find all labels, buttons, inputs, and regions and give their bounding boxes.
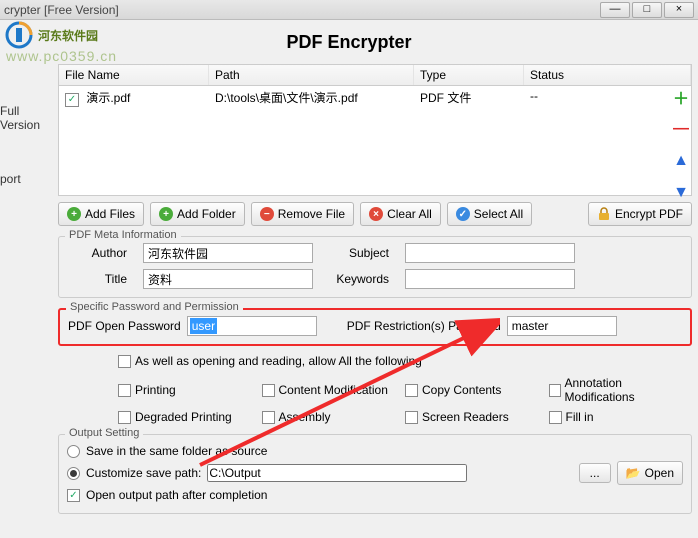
window-title: crypter [Free Version] — [4, 3, 119, 17]
select-all-button[interactable]: ✓Select All — [447, 202, 532, 226]
open-after-check[interactable]: ✓ Open output path after completion — [67, 488, 683, 502]
add-files-button[interactable]: +Add Files — [58, 202, 144, 226]
check-icon: ✓ — [456, 207, 470, 221]
add-icon[interactable]: ＋ — [672, 88, 690, 106]
checkbox-icon — [118, 355, 131, 368]
screen-check[interactable]: Screen Readers — [405, 410, 541, 424]
radio-icon — [67, 445, 80, 458]
lock-icon — [597, 207, 611, 221]
browse-button[interactable]: ... — [579, 463, 611, 483]
add-folder-button[interactable]: +Add Folder — [150, 202, 245, 226]
x-icon: × — [369, 207, 383, 221]
permission-group: Specific Password and Permission PDF Ope… — [58, 308, 692, 346]
assembly-check[interactable]: Assembly — [262, 410, 398, 424]
col-header-status[interactable]: Status — [524, 65, 691, 85]
restrict-pw-label: PDF Restriction(s) Password — [347, 319, 501, 333]
annotation-check[interactable]: Annotation Modifications — [549, 376, 685, 404]
table-row[interactable]: ✓ 演示.pdf D:\tools\桌面\文件\演示.pdf PDF 文件 -- — [59, 86, 691, 110]
minimize-button[interactable]: — — [600, 2, 630, 18]
row-filename: 演示.pdf — [86, 91, 130, 105]
col-header-file[interactable]: File Name — [59, 65, 209, 85]
folder-icon: 📂 — [626, 466, 641, 480]
perm-group-title: Specific Password and Permission — [66, 301, 243, 313]
remove-file-button[interactable]: −Remove File — [251, 202, 354, 226]
titlebar: crypter [Free Version] — □ × — [0, 0, 698, 20]
row-checkbox[interactable]: ✓ — [65, 93, 79, 107]
plus-icon: + — [67, 207, 81, 221]
open-folder-button[interactable]: 📂Open — [617, 461, 683, 485]
allow-all-check[interactable]: As well as opening and reading, allow Al… — [118, 354, 422, 368]
degraded-check[interactable]: Degraded Printing — [118, 410, 254, 424]
custom-path-input[interactable] — [207, 464, 467, 482]
author-input[interactable] — [143, 243, 313, 263]
output-group-title: Output Setting — [65, 427, 143, 439]
file-grid: File Name Path Type Status ✓ 演示.pdf D:\t… — [58, 64, 692, 196]
meta-group-title: PDF Meta Information — [65, 229, 181, 241]
page-title: PDF Encrypter — [286, 32, 411, 53]
maximize-button[interactable]: □ — [632, 2, 662, 18]
title-input[interactable] — [143, 269, 313, 289]
clear-all-button[interactable]: ×Clear All — [360, 202, 441, 226]
title-label: Title — [67, 272, 127, 286]
header: 河东软件园 PDF Encrypter — [0, 20, 698, 64]
down-icon[interactable]: ▼ — [672, 184, 690, 202]
row-status: -- — [524, 86, 691, 110]
author-label: Author — [67, 246, 127, 260]
encrypt-pdf-button[interactable]: Encrypt PDF — [588, 202, 692, 226]
toolbar: +Add Files +Add Folder −Remove File ×Cle… — [58, 202, 692, 226]
sidebar-item-full-version[interactable]: Full Version — [0, 104, 52, 132]
col-header-path[interactable]: Path — [209, 65, 414, 85]
logo: 河东软件园 — [4, 20, 98, 50]
copy-check[interactable]: Copy Contents — [405, 376, 541, 404]
up-icon[interactable]: ▲ — [672, 152, 690, 170]
plus-icon: + — [159, 207, 173, 221]
remove-icon[interactable]: — — [672, 120, 690, 138]
col-header-type[interactable]: Type — [414, 65, 524, 85]
open-pw-input[interactable]: user — [187, 316, 317, 336]
meta-group: PDF Meta Information Author Subject Titl… — [58, 236, 692, 298]
custom-path-radio[interactable] — [67, 467, 80, 480]
logo-icon — [4, 20, 34, 50]
printing-check[interactable]: Printing — [118, 376, 254, 404]
fillin-check[interactable]: Fill in — [549, 410, 685, 424]
keywords-label: Keywords — [329, 272, 389, 286]
sidebar-item-port[interactable]: port — [0, 172, 52, 186]
open-pw-label: PDF Open Password — [68, 319, 181, 333]
same-folder-radio[interactable]: Save in the same folder as source — [67, 444, 683, 458]
row-path: D:\tools\桌面\文件\演示.pdf — [209, 86, 414, 110]
close-button[interactable]: × — [664, 2, 694, 18]
side-actions: ＋ — ▲ ▼ — [672, 88, 690, 202]
row-type: PDF 文件 — [414, 86, 524, 110]
sidebar: Full Version port — [0, 64, 52, 538]
custom-path-label: Customize save path: — [86, 466, 201, 480]
keywords-input[interactable] — [405, 269, 575, 289]
restrict-pw-input[interactable] — [507, 316, 617, 336]
minus-icon: − — [260, 207, 274, 221]
subject-input[interactable] — [405, 243, 575, 263]
output-group: Output Setting Save in the same folder a… — [58, 434, 692, 514]
subject-label: Subject — [329, 246, 389, 260]
checkbox-icon: ✓ — [67, 489, 80, 502]
content-mod-check[interactable]: Content Modification — [262, 376, 398, 404]
